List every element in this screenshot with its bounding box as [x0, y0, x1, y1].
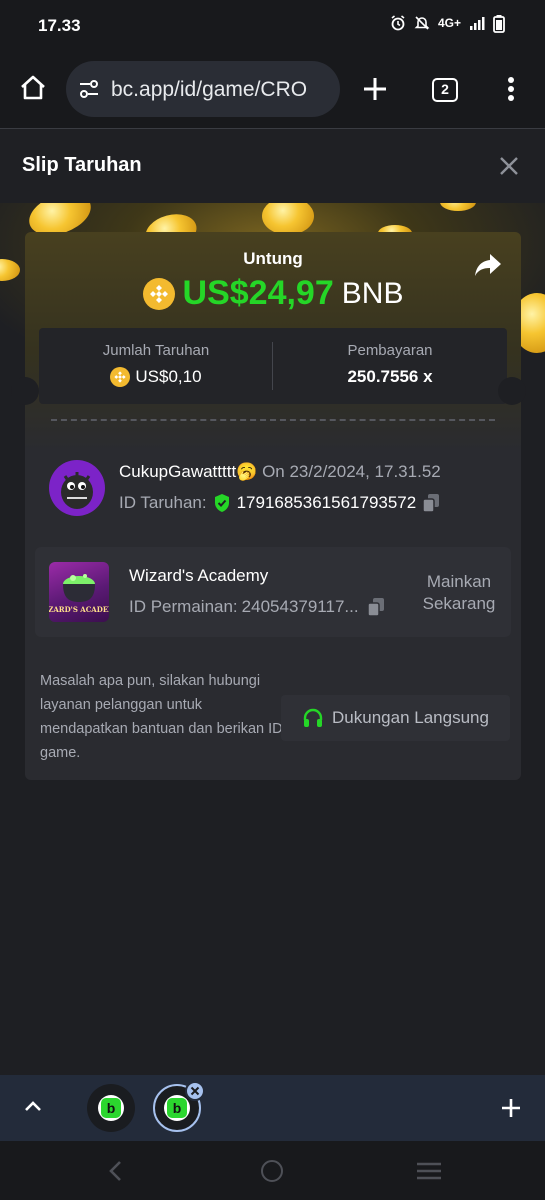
home-icon: [21, 75, 45, 100]
recents-icon[interactable]: [416, 1161, 442, 1181]
tab-strip: b b: [0, 1075, 545, 1141]
browser-toolbar: bc.app/id/game/CRO 2: [0, 50, 545, 128]
live-support-label: Dukungan Langsung: [332, 708, 489, 727]
bnb-coin-icon: [110, 367, 131, 387]
wager-value: US$0,10: [135, 367, 202, 386]
game-id: 24054379117...: [241, 597, 359, 616]
profit-currency: BNB: [341, 276, 404, 310]
tab-switcher-button[interactable]: 2: [432, 78, 458, 102]
home-nav-button[interactable]: [261, 1160, 283, 1182]
url-text: bc.app/id/game/CRO: [111, 78, 308, 101]
ticket-notch-right: [498, 377, 526, 405]
game-thumbnail[interactable]: WIZARD'S ACADEMY: [49, 562, 109, 622]
chevron-up-icon[interactable]: [23, 1099, 43, 1113]
bet-stats: Jumlah Taruhan US$0,10 Pembayaran 250.75…: [39, 328, 507, 404]
thumbnail-title: WIZARD'S ACADEMY: [49, 605, 109, 614]
game-id-label: ID Permainan:: [129, 597, 238, 616]
perforation-line: [51, 419, 495, 421]
game-info[interactable]: WIZARD'S ACADEMY Wizard's Academy ID Per…: [35, 547, 511, 637]
profit-amount: US$24,97: [182, 274, 334, 312]
tab-favicon: b: [98, 1095, 124, 1121]
sheet-header: Slip Taruhan: [0, 129, 545, 203]
tab-thumbnail[interactable]: b: [87, 1084, 135, 1132]
plus-icon[interactable]: [500, 1097, 522, 1119]
wager-value-row: US$0,10: [39, 367, 273, 387]
site-settings-icon[interactable]: [78, 79, 100, 99]
bet-id-label: ID Taruhan:: [119, 493, 207, 512]
status-time: 17.33: [38, 16, 81, 35]
share-icon: [475, 254, 501, 276]
profit-row: US$24,97 BNB: [25, 274, 521, 313]
plus-icon: [364, 78, 386, 100]
bnb-coin-icon: [142, 277, 175, 310]
copy-icon[interactable]: [366, 597, 385, 617]
url-bar[interactable]: bc.app/id/game/CRO: [66, 61, 340, 117]
close-tab-button[interactable]: [185, 1081, 205, 1101]
game-title[interactable]: Wizard's Academy: [129, 566, 268, 586]
avatar[interactable]: [49, 460, 105, 516]
overflow-menu-button[interactable]: [500, 75, 522, 103]
ticket-notch-left: [11, 377, 39, 405]
payout-value: 250.7556 x: [347, 367, 433, 386]
battery-icon: [493, 15, 505, 33]
more-vertical-icon: [508, 77, 514, 101]
mute-bell-icon: [414, 15, 430, 31]
profit-label: Untung: [243, 249, 303, 268]
bc-logo-icon: b: [167, 1098, 187, 1118]
bc-logo-icon: b: [101, 1098, 121, 1118]
close-button[interactable]: [498, 155, 520, 177]
system-navigation-bar: [0, 1141, 545, 1200]
sheet-title: Slip Taruhan: [22, 154, 142, 176]
payout-stat: Pembayaran 250.7556 x: [273, 328, 507, 404]
network-label: 4G+: [437, 16, 461, 30]
status-icons: 4G+: [390, 15, 505, 33]
bet-date: On 23/2/2024, 17.31.52: [262, 462, 441, 481]
bet-id: 1791685361561793572: [236, 493, 417, 512]
user-info: CukupGawattttt🥱 On 23/2/2024, 17.31.52 I…: [49, 460, 509, 520]
signal-icon: [469, 15, 485, 31]
share-button[interactable]: [474, 252, 502, 278]
back-icon[interactable]: [108, 1160, 122, 1182]
game-id-row: ID Permainan: 24054379117...: [129, 597, 385, 617]
alarm-icon: [390, 15, 406, 31]
new-tab-button[interactable]: [360, 74, 390, 104]
cauldron-image: WIZARD'S ACADEMY: [49, 574, 109, 614]
copy-icon[interactable]: [422, 493, 440, 513]
close-icon: [190, 1086, 200, 1096]
wager-stat: Jumlah Taruhan US$0,10: [39, 328, 273, 404]
bet-id-row: ID Taruhan: 1791685361561793572: [119, 493, 440, 513]
wager-label: Jumlah Taruhan: [102, 342, 210, 359]
home-button[interactable]: [17, 72, 49, 104]
status-bar: 17.33 4G+: [0, 0, 545, 50]
headset-icon: [303, 708, 323, 727]
live-support-button[interactable]: Dukungan Langsung: [281, 695, 510, 741]
bet-slip-card: Untung US$24,97 BNB Jumlah Taruhan US$0,…: [25, 232, 521, 780]
verified-shield-icon: [214, 494, 229, 512]
play-now-link[interactable]: Mainkan Sekarang: [415, 571, 503, 615]
help-text: Masalah apa pun, silakan hubungi layanan…: [40, 673, 283, 761]
username[interactable]: CukupGawattttt🥱: [119, 462, 257, 481]
username-line: CukupGawattttt🥱 On 23/2/2024, 17.31.52: [119, 462, 441, 482]
avatar-image: [61, 472, 93, 509]
bet-slip-content: Untung US$24,97 BNB Jumlah Taruhan US$0,…: [0, 203, 545, 1075]
close-icon: [500, 157, 518, 175]
payout-label: Pembayaran: [347, 342, 433, 359]
